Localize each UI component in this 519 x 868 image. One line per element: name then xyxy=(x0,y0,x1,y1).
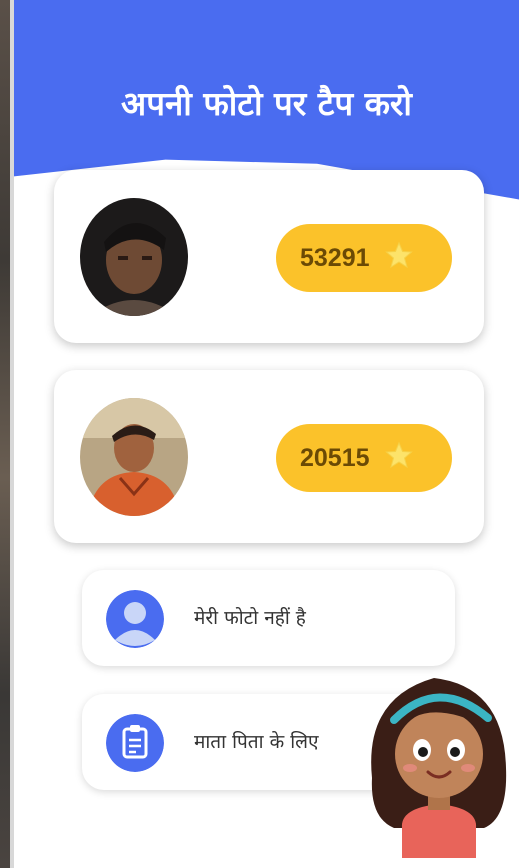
points-value-2: 20515 xyxy=(300,443,370,472)
profile-card-2[interactable]: 20515 xyxy=(54,370,484,543)
profile-photo-2[interactable] xyxy=(80,398,188,516)
mascot-girl-illustration xyxy=(364,668,514,862)
points-value-1: 53291 xyxy=(300,243,370,272)
star-icon xyxy=(384,441,414,475)
points-badge-2: 20515 xyxy=(276,424,452,492)
star-icon xyxy=(384,241,414,275)
parents-label: माता पिता के लिए xyxy=(194,731,319,753)
profile-photo-1[interactable] xyxy=(80,198,188,316)
no-photo-label: मेरी फोटो नहीं है xyxy=(194,607,306,629)
clipboard-icon xyxy=(106,714,164,772)
page-title: अपनी फोटो पर टैप करो xyxy=(121,84,412,123)
user-icon xyxy=(106,590,164,648)
background-photo-strip xyxy=(0,0,14,868)
points-badge-1: 53291 xyxy=(276,224,452,292)
profile-card-1[interactable]: 53291 xyxy=(54,170,484,343)
no-photo-button[interactable]: मेरी फोटो नहीं है xyxy=(82,570,455,666)
